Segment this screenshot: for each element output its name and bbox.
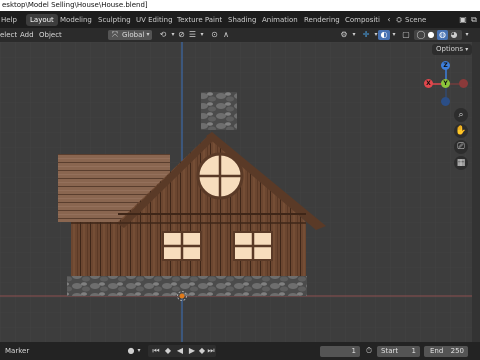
camera-view-icon[interactable]: ⎚: [454, 140, 468, 154]
record-icon[interactable]: ●: [126, 346, 136, 356]
end-frame-field[interactable]: End 250: [424, 346, 468, 357]
gizmo-negative-x[interactable]: [459, 79, 468, 88]
transform-orientation-dropdown[interactable]: ⤧ Global ▾: [108, 30, 152, 40]
tab-shading[interactable]: Shading: [224, 14, 260, 26]
start-label: Start: [381, 347, 399, 355]
wireframe-shading-icon[interactable]: ◯: [416, 30, 426, 40]
overlays-icon: ◐: [380, 30, 388, 39]
options-dropdown[interactable]: Options ▾: [432, 44, 472, 55]
play-icon[interactable]: ▶: [186, 346, 198, 356]
jump-prev-keyframe-icon[interactable]: ◆: [162, 346, 174, 356]
snap-target-icon[interactable]: ☰: [187, 30, 198, 40]
end-label: End: [430, 347, 444, 355]
tab-layout[interactable]: Layout: [26, 14, 58, 26]
object-type-visibility-icon[interactable]: ⚙: [338, 30, 350, 40]
proportional-editing-icon[interactable]: ⊙: [209, 30, 220, 40]
tab-compositing[interactable]: Compositi: [341, 14, 384, 26]
playback-controls: ⏮ ◆ ◀ ▶ ◆ ⏭: [148, 345, 216, 357]
overlays-chevron-icon[interactable]: ▾: [390, 30, 398, 40]
tab-animation[interactable]: Animation: [258, 14, 302, 26]
window-titlebar: esktop\Model Selling\House\House.blend]: [0, 0, 480, 11]
viewport-scene: [0, 42, 472, 342]
start-value: 1: [411, 347, 416, 355]
workspace-topbar: Help Layout Modeling Sculpting UV Editin…: [0, 11, 480, 28]
play-reverse-icon[interactable]: ◀: [174, 346, 186, 356]
record-chevron-icon[interactable]: ▾: [136, 346, 142, 356]
visibility-chevron-icon[interactable]: ▾: [350, 30, 358, 40]
jump-to-start-icon[interactable]: ⏮: [150, 346, 162, 356]
gizmo-negative-z[interactable]: [441, 97, 450, 106]
new-scene-icon[interactable]: ⧉: [469, 15, 479, 25]
current-frame-field[interactable]: 1: [320, 346, 360, 357]
object-menu[interactable]: Object: [39, 30, 62, 40]
add-menu[interactable]: Add: [20, 30, 34, 40]
chimney: [201, 92, 237, 130]
help-menu[interactable]: Help: [0, 14, 21, 26]
options-chevron-icon: ▾: [465, 46, 469, 53]
pivot-point-icon[interactable]: ⟲: [157, 30, 169, 40]
shading-chevron-icon[interactable]: ▾: [463, 30, 471, 40]
marker-menu[interactable]: Marker: [5, 346, 29, 356]
scene-browse-icon[interactable]: ▣: [458, 15, 468, 25]
xray-toggle-icon[interactable]: ▢: [400, 30, 412, 40]
chevron-down-icon: ▾: [146, 31, 150, 38]
rendered-shading-icon[interactable]: ◕: [449, 30, 459, 40]
gizmo-y-axis[interactable]: Y: [441, 79, 450, 88]
end-value: 250: [450, 347, 464, 355]
perspective-grid-icon[interactable]: ▦: [454, 156, 468, 170]
3d-viewport[interactable]: Options ▾ Z Y X ⌕ ✋ ⎚ ▦: [0, 42, 472, 342]
material-preview-shading-icon[interactable]: ◍: [437, 30, 448, 40]
timeline-bar: Marker ● ▾ ⏮ ◆ ◀ ▶ ◆ ⏭ 1 ⏱ Start 1 End 2…: [0, 342, 480, 360]
jump-next-keyframe-icon[interactable]: ◆: [198, 346, 206, 356]
falloff-icon[interactable]: ∧: [220, 30, 232, 40]
zoom-icon[interactable]: ⌕: [454, 108, 468, 122]
gizmo-x-axis[interactable]: X: [424, 79, 433, 88]
tab-texture-paint[interactable]: Texture Paint: [173, 14, 226, 26]
snap-icon[interactable]: ⊘: [176, 30, 187, 40]
pan-hand-icon[interactable]: ✋: [454, 124, 468, 138]
tab-rendering[interactable]: Rendering: [300, 14, 344, 26]
shading-modes: ◯ ● ◍ ◕: [414, 30, 462, 40]
jump-to-end-icon[interactable]: ⏭: [206, 346, 216, 356]
gizmo-toggle-icon[interactable]: ✛: [360, 30, 372, 40]
options-label: Options: [436, 45, 464, 53]
solid-shading-icon[interactable]: ●: [426, 30, 436, 40]
start-frame-field[interactable]: Start 1: [377, 346, 420, 357]
scene-selector[interactable]: Scene: [401, 14, 430, 26]
object-origin: [179, 293, 185, 299]
gizmo-z-axis[interactable]: Z: [441, 61, 450, 70]
tab-uv-editing[interactable]: UV Editing: [132, 14, 177, 26]
viewport-sidebar-edge[interactable]: [472, 42, 480, 342]
scroll-tabs-arrow-icon[interactable]: ‹: [384, 15, 394, 25]
overlays-toggle[interactable]: ◐: [378, 30, 390, 40]
snap-chevron-icon[interactable]: ▾: [198, 30, 206, 40]
window-title: esktop\Model Selling\House\House.blend]: [2, 1, 148, 9]
tab-modeling[interactable]: Modeling: [56, 14, 96, 26]
tab-sculpting[interactable]: Sculpting: [94, 14, 135, 26]
select-menu[interactable]: elect: [0, 30, 17, 40]
stone-foundation: [67, 276, 307, 296]
viewport-header: elect Add Object ⤧ Global ▾ ⟲ ▾ ⊘ ☰ ▾ ⊙ …: [0, 28, 480, 42]
orientation-label: Global: [122, 31, 145, 39]
preview-range-icon[interactable]: ⏱: [364, 346, 374, 356]
orientation-icon: ⤧: [111, 30, 119, 39]
